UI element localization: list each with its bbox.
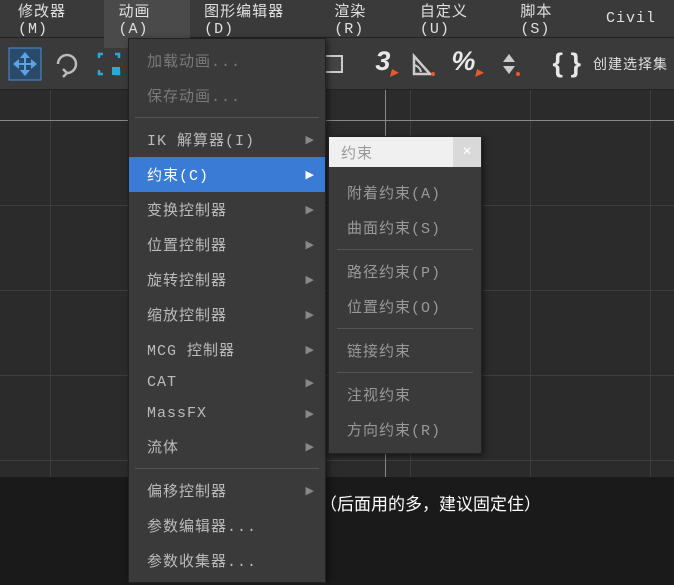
dd-cat[interactable]: CAT▶ [129,367,325,398]
dd-massfx[interactable]: MassFX▶ [129,398,325,429]
submenu-arrow-icon: ▶ [306,273,315,287]
submenu-arrow-icon: ▶ [306,440,315,454]
rotate-icon[interactable] [48,45,86,83]
close-icon[interactable]: × [453,137,481,167]
dd-constraints[interactable]: 约束(C)▶ [129,157,325,192]
submenu-arrow-icon: ▶ [306,203,315,217]
menu-modifiers[interactable]: 修改器(M) [4,0,104,48]
dd-offset-controllers[interactable]: 偏移控制器▶ [129,473,325,508]
sm-path-constraint[interactable]: 路径约束(P) [329,254,481,289]
dd-rotation-controllers[interactable]: 旋转控制器▶ [129,262,325,297]
percent-snap-icon[interactable]: %▸ [447,46,486,80]
submenu-arrow-icon: ▶ [306,407,315,421]
submenu-arrow-icon: ▶ [306,238,315,252]
dd-save-animation[interactable]: 保存动画... [129,78,325,113]
menu-bar: 修改器(M) 动画(A) 图形编辑器(D) 渲染(R) 自定义(U) 脚本(S)… [0,0,674,38]
dd-separator [135,117,319,118]
submenu-title: 约束 [341,142,373,163]
sm-surface-constraint[interactable]: 曲面约束(S) [329,210,481,245]
sm-orientation-constraint[interactable]: 方向约束(R) [329,412,481,447]
named-sets-icon[interactable]: { } [548,48,585,79]
sm-link-constraint[interactable]: 链接约束 [329,333,481,368]
sm-lookat-constraint[interactable]: 注视约束 [329,377,481,412]
submenu-header: 约束 × [329,137,481,167]
dd-parameter-editor[interactable]: 参数编辑器... [129,508,325,543]
dd-parameter-collector[interactable]: 参数收集器... [129,543,325,578]
submenu-arrow-icon: ▶ [306,133,315,147]
menu-civil[interactable]: Civil [592,0,670,37]
submenu-arrow-icon: ▶ [306,376,315,390]
constraints-submenu: 约束 × 附着约束(A) 曲面约束(S) 路径约束(P) 位置约束(O) 链接约… [328,136,482,454]
dd-fluids[interactable]: 流体▶ [129,429,325,464]
sm-position-constraint[interactable]: 位置约束(O) [329,289,481,324]
angle-snap-icon[interactable] [405,45,443,83]
menu-scripting[interactable]: 脚本(S) [506,0,592,48]
spinner-snap-icon[interactable] [490,45,528,83]
dd-separator [135,468,319,469]
submenu-arrow-icon: ▶ [306,308,315,322]
sm-separator [337,372,473,373]
selection-set-label[interactable]: 创建选择集 [593,54,668,74]
submenu-arrow-icon: ▶ [306,168,315,182]
tutorial-caption: 咋们把约束面板先调出来（后面用的多，建议固定住） [0,490,674,515]
menu-customize[interactable]: 自定义(U) [406,0,506,48]
menu-rendering[interactable]: 渲染(R) [320,0,406,48]
submenu-arrow-icon: ▶ [306,343,315,357]
sm-separator [337,328,473,329]
dd-ik-solvers[interactable]: IK 解算器(I)▶ [129,122,325,157]
sm-separator [337,249,473,250]
snap-3-icon[interactable]: 3▸ [371,46,401,80]
dd-load-animation[interactable]: 加载动画... [129,43,325,78]
submenu-arrow-icon: ▶ [306,484,315,498]
viewport-horizon [0,120,674,121]
dd-position-controllers[interactable]: 位置控制器▶ [129,227,325,262]
dd-scale-controllers[interactable]: 缩放控制器▶ [129,297,325,332]
animation-dropdown: 加载动画... 保存动画... IK 解算器(I)▶ 约束(C)▶ 变换控制器▶… [128,38,326,583]
move-icon[interactable] [6,45,44,83]
sm-attachment-constraint[interactable]: 附着约束(A) [329,175,481,210]
dd-mcg-controllers[interactable]: MCG 控制器▶ [129,332,325,367]
dd-transform-controllers[interactable]: 变换控制器▶ [129,192,325,227]
selection-bracket-icon[interactable] [90,45,128,83]
